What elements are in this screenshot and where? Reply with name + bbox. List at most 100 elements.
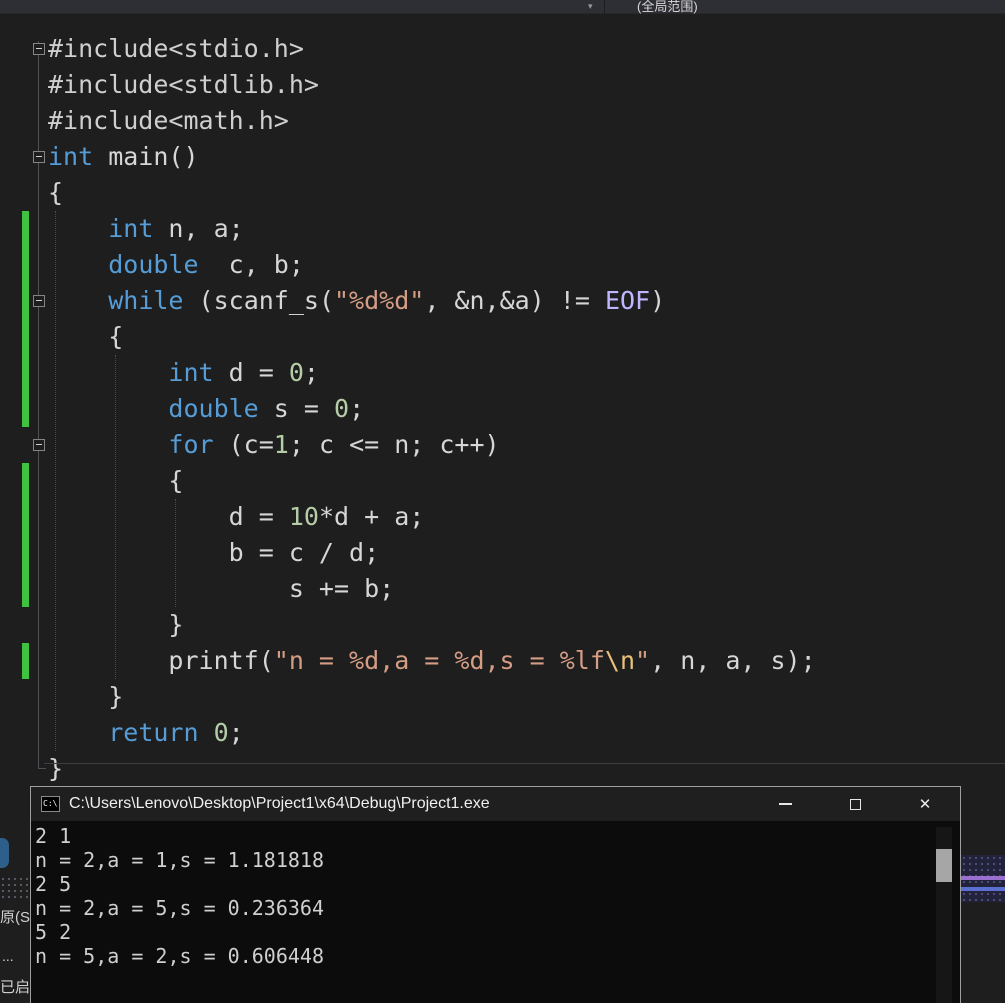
code-token: { — [48, 322, 124, 351]
console-output-line: n = 5,a = 2,s = 0.606448 — [35, 944, 324, 968]
code-line[interactable]: s += b; — [48, 571, 394, 607]
console-output-lines: 2 1n = 2,a = 1,s = 1.181818 2 5n = 2,a = … — [35, 824, 960, 968]
console-output-line: 2 5 — [35, 872, 72, 896]
code-token: while — [108, 286, 184, 315]
code-token: 0 — [334, 394, 350, 423]
console-app-icon[interactable]: C:\ — [41, 796, 60, 812]
code-token: int — [168, 358, 214, 387]
code-token: d = — [213, 358, 289, 387]
fold-toggle-icon[interactable] — [33, 295, 45, 307]
change-indicator-bar — [22, 211, 29, 427]
editor-bottom-border — [44, 763, 1005, 764]
code-token: s += b; — [48, 574, 395, 603]
window-controls: ✕ — [750, 787, 960, 821]
console-output[interactable]: 2 1n = 2,a = 1,s = 1.181818 2 5n = 2,a = … — [31, 821, 960, 1003]
console-scrollbar[interactable] — [936, 827, 952, 1003]
code-token: #include<stdlib.h> — [48, 70, 319, 99]
fold-toggle-icon[interactable] — [33, 439, 45, 451]
minimize-icon — [778, 803, 792, 805]
code-line[interactable]: int n, a; — [48, 211, 244, 247]
code-line[interactable]: printf("n = %d,a = %d,s = %lf\n", n, a, … — [48, 643, 815, 679]
background-highlight-line — [961, 887, 1005, 891]
code-token: for — [168, 430, 214, 459]
code-token: , &n,&a) != — [424, 286, 605, 315]
code-line[interactable]: int main() — [48, 139, 199, 175]
indent-guide — [175, 499, 176, 607]
editor-navigation-bar: ▾ (全局范围) — [0, 0, 1005, 14]
close-button[interactable]: ✕ — [890, 787, 960, 821]
scrollbar-thumb[interactable] — [936, 849, 952, 882]
console-output-line: 5 2 — [35, 920, 72, 944]
console-window: C:\ C:\Users\Lenovo\Desktop\Project1\x64… — [30, 786, 961, 1003]
code-token: b = c / d; — [48, 538, 380, 567]
code-token: (c= — [213, 430, 274, 459]
code-line[interactable]: #include<math.h> — [48, 103, 289, 139]
code-token: (scanf_s( — [183, 286, 334, 315]
code-line[interactable]: int d = 0; — [48, 355, 319, 391]
maximize-button[interactable] — [820, 787, 890, 821]
indent-guide — [115, 355, 116, 679]
code-token: s = — [258, 394, 334, 423]
code-line[interactable]: } — [48, 679, 123, 715]
code-token: int — [108, 214, 154, 243]
code-line[interactable]: double c, b; — [48, 247, 304, 283]
code-line[interactable]: { — [48, 319, 123, 355]
code-line[interactable]: return 0; — [48, 715, 244, 751]
background-text-fragment: 原(S — [0, 909, 31, 926]
code-token: 0 — [288, 358, 304, 387]
code-line[interactable]: while (scanf_s("%d%d", &n,&a) != EOF) — [48, 283, 665, 319]
scope-dropdown-label: (全局范围) — [637, 0, 698, 14]
maximize-icon — [849, 798, 861, 810]
code-token: double — [168, 394, 259, 423]
code-token: c, b; — [198, 250, 304, 279]
code-token: } — [48, 682, 124, 711]
fold-toggle-icon[interactable] — [33, 151, 45, 163]
code-token: } — [48, 754, 64, 783]
code-token: d = — [48, 502, 289, 531]
code-line[interactable]: #include<stdlib.h> — [48, 67, 319, 103]
code-token: ; — [303, 358, 319, 387]
code-token: ; c <= n; c++) — [288, 430, 500, 459]
console-output-line: 2 1 — [35, 824, 72, 848]
indent-guide — [55, 211, 56, 751]
code-line[interactable]: double s = 0; — [48, 391, 364, 427]
console-app-icon-label: C:\ — [43, 799, 58, 808]
background-icon-fragment — [0, 838, 9, 868]
dropdown-separator — [604, 0, 605, 14]
code-token: 10 — [288, 502, 319, 531]
code-token: n, a; — [153, 214, 244, 243]
code-token: int — [48, 142, 94, 171]
scope-dropdown[interactable]: (全局范围) — [637, 0, 698, 14]
code-editor[interactable]: #include<stdio.h> #include<stdlib.h> #incl… — [0, 14, 1005, 786]
code-line[interactable]: } — [48, 751, 63, 787]
code-token: return — [108, 718, 199, 747]
code-token: { — [48, 178, 64, 207]
code-line[interactable]: #include<stdio.h> — [48, 31, 304, 67]
code-token: "n = %d,a = %d,s = %lf — [273, 646, 605, 675]
code-token: 0 — [213, 718, 229, 747]
code-token: \n — [604, 646, 636, 675]
background-text-fragment: ... — [2, 948, 14, 964]
code-token: *d + a; — [318, 502, 425, 531]
code-line[interactable]: d = 10*d + a; — [48, 499, 425, 535]
minimize-button[interactable] — [750, 787, 820, 821]
fold-toggle-icon[interactable] — [33, 43, 45, 55]
code-line[interactable]: b = c / d; — [48, 535, 380, 571]
change-indicator-bar — [22, 463, 29, 607]
code-token: ; — [349, 394, 365, 423]
code-line[interactable]: { — [48, 175, 63, 211]
console-output-line: n = 2,a = 1,s = 1.181818 — [35, 848, 324, 872]
ide-screen: ▾ (全局范围) #include<stdio.h> #include<stdli… — [0, 0, 1005, 1003]
code-token: main() — [93, 142, 199, 171]
code-token: "%d%d" — [334, 286, 425, 315]
outline-guide-end-tick — [38, 768, 46, 769]
chevron-down-icon[interactable]: ▾ — [588, 1, 593, 13]
code-token: ; — [228, 718, 244, 747]
console-titlebar[interactable]: C:\ C:\Users\Lenovo\Desktop\Project1\x64… — [31, 787, 960, 821]
change-indicator-bar — [22, 643, 29, 679]
